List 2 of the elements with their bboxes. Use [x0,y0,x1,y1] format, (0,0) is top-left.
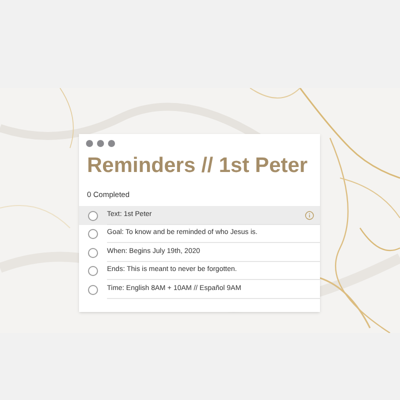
window-title: Reminders // 1st Peter [86,155,309,176]
info-icon[interactable] [305,211,314,220]
